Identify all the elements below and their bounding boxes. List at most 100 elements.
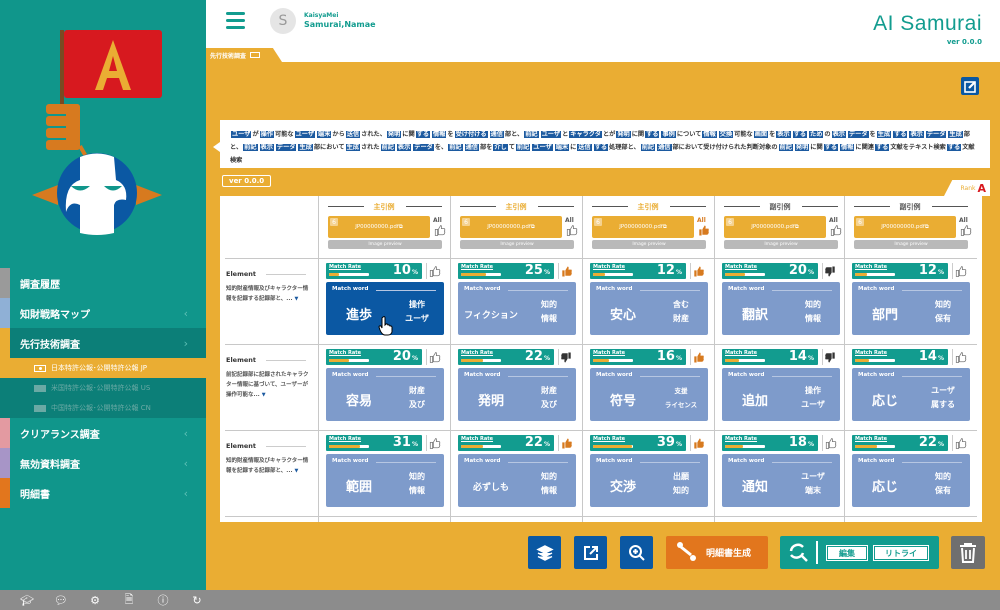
all-thumbs-button[interactable]: All bbox=[959, 217, 972, 239]
document-icon[interactable]: 🗎 bbox=[112, 591, 146, 610]
thumbs-outline-icon[interactable] bbox=[426, 263, 442, 279]
claim-keyword[interactable]: ため bbox=[809, 131, 824, 138]
layers-button[interactable] bbox=[528, 536, 561, 569]
image-preview-button[interactable]: Image preview bbox=[460, 240, 574, 249]
retry-button[interactable]: リトライ bbox=[873, 545, 929, 561]
thumbs-up-icon[interactable] bbox=[690, 435, 706, 451]
claim-keyword[interactable]: データ bbox=[847, 131, 869, 138]
claim-keyword[interactable]: する bbox=[645, 131, 660, 138]
thumbs-outline-icon[interactable] bbox=[952, 349, 968, 365]
match-word-card[interactable]: Match word 進歩 操作 ユーザ bbox=[326, 282, 444, 336]
expand-more-icon[interactable]: ▼ bbox=[262, 392, 266, 398]
sidebar-item-specification[interactable]: 明細書 ‹ bbox=[0, 478, 206, 508]
image-preview-button[interactable]: Image preview bbox=[724, 240, 838, 249]
claim-keyword[interactable]: 端末 bbox=[317, 131, 332, 138]
edit-claim-button[interactable] bbox=[961, 77, 979, 95]
faq-icon[interactable]: 💬︎ bbox=[44, 594, 78, 607]
claim-keyword[interactable]: 生成 bbox=[876, 131, 892, 138]
sidebar-item-invalidity[interactable]: 無効資料調査 ‹ bbox=[0, 448, 206, 478]
refresh-search-icon[interactable] bbox=[787, 541, 809, 563]
claim-keyword[interactable]: 交換 bbox=[718, 131, 734, 138]
all-thumbs-button[interactable]: All bbox=[829, 217, 842, 239]
sidebar-item-clearance[interactable]: クリアランス調査 ‹ bbox=[0, 418, 206, 448]
pdf-link-button[interactable]: 6 JP00000000.pdf ⧉ bbox=[724, 216, 826, 238]
match-word-card[interactable]: Match word 交渉 出願 知的 bbox=[590, 454, 708, 507]
claim-keyword[interactable]: 情報 bbox=[840, 144, 855, 151]
thumbs-up-icon[interactable] bbox=[690, 349, 706, 365]
thumbs-up-icon[interactable] bbox=[558, 435, 574, 451]
claim-keyword[interactable]: ユーザ bbox=[540, 131, 562, 138]
avatar[interactable]: S bbox=[270, 8, 296, 34]
generate-specification-button[interactable]: 明細書生成 bbox=[666, 536, 768, 569]
claim-keyword[interactable]: 事例 bbox=[661, 131, 676, 138]
match-word-card[interactable]: Match word 部門 知的 保有 bbox=[852, 282, 970, 335]
claim-keyword[interactable]: する bbox=[593, 144, 609, 151]
claim-keyword[interactable]: 前記 bbox=[640, 144, 656, 151]
pdf-link-button[interactable]: 6 JP00000000.pdf ⧉ bbox=[854, 216, 956, 238]
match-word-card[interactable]: Match word 追加 操作 ユーザ bbox=[722, 368, 840, 421]
sidebar-item-prior-art[interactable]: 先行技術調査 › bbox=[0, 328, 206, 358]
sidebar-subitem-us[interactable]: 米国特許公報･公開特許公報 US bbox=[0, 378, 206, 398]
sidebar-item-history[interactable]: 調査履歴 bbox=[0, 268, 206, 298]
claim-keyword[interactable]: ユーザ bbox=[294, 131, 316, 138]
image-preview-button[interactable]: Image preview bbox=[592, 240, 706, 249]
claim-keyword[interactable]: ユーザ bbox=[231, 131, 252, 138]
all-thumbs-button[interactable]: All bbox=[433, 217, 446, 239]
claim-keyword[interactable]: 前記 bbox=[778, 144, 793, 151]
claim-keyword[interactable]: 通信 bbox=[489, 131, 504, 138]
match-word-card[interactable]: Match word 応じ 知的 保有 bbox=[852, 454, 970, 507]
claim-keyword[interactable]: 表示 bbox=[259, 144, 274, 151]
claim-keyword[interactable]: 発明 bbox=[616, 131, 631, 138]
match-word-card[interactable]: Match word 発明 財産 及び bbox=[458, 368, 576, 421]
claim-keyword[interactable]: 前記 bbox=[524, 131, 539, 138]
export-button[interactable] bbox=[574, 536, 607, 569]
match-word-card[interactable]: Match word 必ずしも 知的 情報 bbox=[458, 454, 576, 507]
claim-keyword[interactable]: 通信 bbox=[464, 144, 479, 151]
claim-keyword[interactable]: データ bbox=[925, 131, 947, 138]
claim-keyword[interactable]: する bbox=[874, 144, 890, 151]
breadcrumb-tab[interactable]: 先行技術調査 bbox=[206, 48, 282, 62]
claim-keyword[interactable]: 情報 bbox=[432, 131, 447, 138]
sidebar-item-ip-map[interactable]: 知財戦略マップ ‹ bbox=[0, 298, 206, 328]
claim-keyword[interactable]: する bbox=[415, 131, 431, 138]
sidebar-subitem-cn[interactable]: 中国特許公報･公開特許公報 CN bbox=[0, 398, 206, 418]
thumbs-outline-icon[interactable] bbox=[822, 435, 838, 451]
claim-keyword[interactable]: 受け付ける bbox=[454, 131, 488, 138]
thumbs-outline-icon[interactable] bbox=[426, 349, 442, 365]
claim-keyword[interactable]: データ bbox=[275, 144, 297, 151]
claim-keyword[interactable]: 生成 bbox=[948, 131, 963, 138]
graduation-cap-icon[interactable]: 🎓︎ bbox=[10, 594, 44, 607]
thumbs-outline-icon[interactable] bbox=[952, 263, 968, 279]
claim-keyword[interactable]: する bbox=[792, 131, 808, 138]
hamburger-menu-icon[interactable] bbox=[226, 12, 245, 29]
claim-keyword[interactable]: 情報 bbox=[702, 131, 717, 138]
claim-keyword[interactable]: 操作 bbox=[259, 131, 275, 138]
match-word-card[interactable]: Match word フィクション 知的 情報 bbox=[458, 282, 576, 335]
thumbs-outline-icon[interactable] bbox=[952, 435, 968, 451]
claim-keyword[interactable]: 前記 bbox=[448, 144, 463, 151]
claim-keyword[interactable]: 生成 bbox=[345, 144, 360, 151]
thumbs-down-icon[interactable] bbox=[558, 349, 574, 365]
refresh-icon[interactable]: ↻ bbox=[180, 594, 214, 607]
thumbs-outline-icon[interactable] bbox=[426, 435, 442, 451]
pdf-link-button[interactable]: 6 JP00000000.pdf ⧉ bbox=[592, 216, 694, 238]
claim-keyword[interactable]: 通信 bbox=[657, 144, 672, 151]
image-preview-button[interactable]: Image preview bbox=[328, 240, 442, 249]
match-word-card[interactable]: Match word 翻訳 知的 情報 bbox=[722, 282, 840, 335]
pdf-link-button[interactable]: 6 JP00000000.pdf ⧉ bbox=[328, 216, 430, 238]
claim-keyword[interactable]: 表示 bbox=[909, 131, 924, 138]
claim-keyword[interactable]: 端末 bbox=[554, 144, 570, 151]
claim-keyword[interactable]: ユーザ bbox=[532, 144, 553, 151]
claim-keyword[interactable]: 発明 bbox=[794, 144, 810, 151]
claim-keyword[interactable]: データ bbox=[413, 144, 434, 151]
gear-icon[interactable]: ⚙ bbox=[78, 594, 112, 607]
expand-more-icon[interactable]: ▼ bbox=[294, 296, 298, 302]
expand-more-icon[interactable]: ▼ bbox=[294, 468, 298, 474]
match-word-card[interactable]: Match word 応じ ユーザ 属する bbox=[852, 368, 970, 421]
claim-keyword[interactable]: する bbox=[893, 131, 908, 138]
claim-keyword[interactable]: 介し bbox=[493, 144, 508, 151]
match-word-card[interactable]: Match word 容易 財産 及び bbox=[326, 368, 444, 421]
thumbs-up-icon[interactable] bbox=[690, 263, 706, 279]
all-thumbs-button[interactable]: All bbox=[565, 217, 578, 239]
claim-keyword[interactable]: 表示 bbox=[831, 131, 846, 138]
